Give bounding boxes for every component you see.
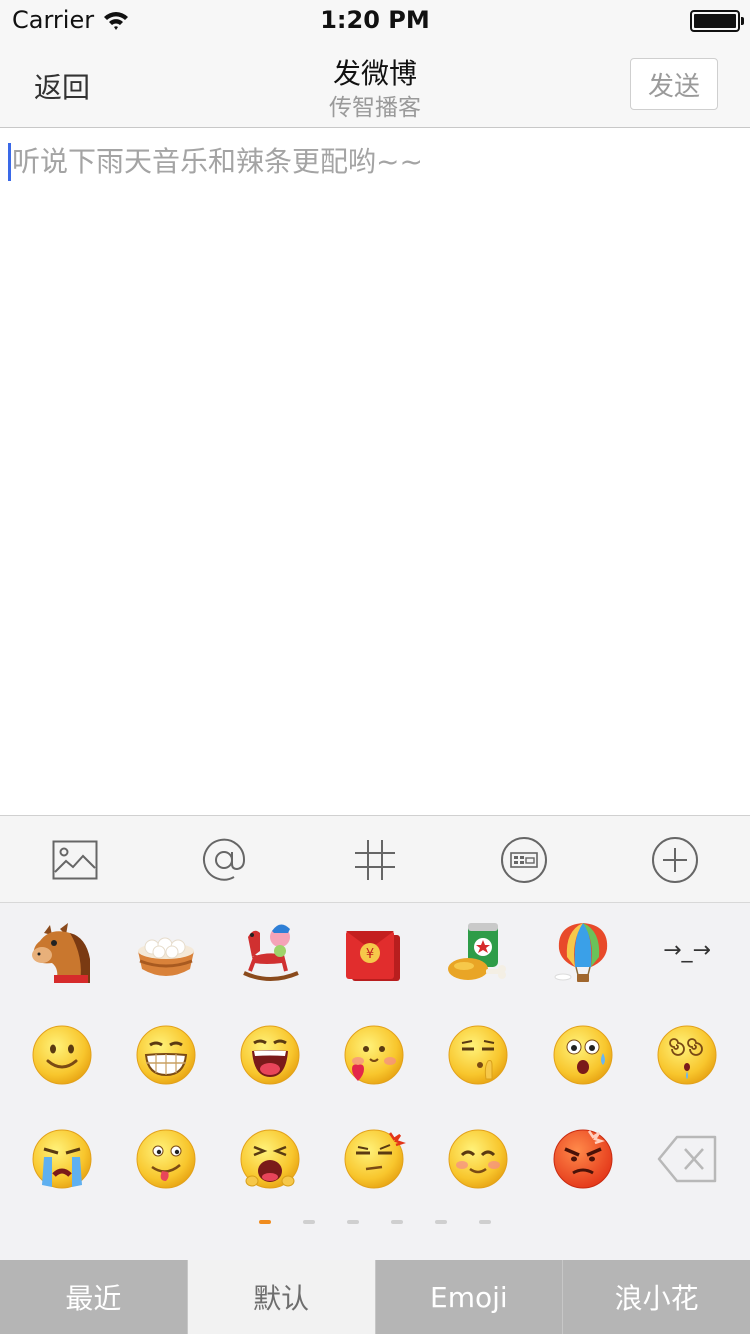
page-dot	[435, 1220, 447, 1224]
blush-emoji[interactable]	[446, 1127, 510, 1191]
page-dot	[347, 1220, 359, 1224]
battery-icon	[690, 10, 744, 32]
status-time: 1:20 PM	[320, 6, 430, 34]
page-dot	[479, 1220, 491, 1224]
sweat-shock-emoji[interactable]	[551, 1023, 615, 1087]
angry-emoji[interactable]	[551, 1127, 615, 1191]
tongue-emoji[interactable]	[134, 1127, 198, 1191]
status-bar: Carrier 1:20 PM	[0, 0, 750, 40]
tab-recent[interactable]: 最近	[0, 1260, 188, 1334]
annoyed-emoji[interactable]	[342, 1127, 406, 1191]
shush-emoji[interactable]	[446, 1023, 510, 1087]
arrow-face-label: →_→	[663, 938, 711, 963]
rice-balls-emoji[interactable]	[134, 921, 198, 985]
tab-langxiaohua[interactable]: 浪小花	[563, 1260, 750, 1334]
arrow-face-emoji[interactable]: →_→	[655, 921, 719, 985]
compose-toolbar	[0, 815, 750, 903]
rocking-horse-emoji[interactable]	[238, 921, 302, 985]
cry-emoji[interactable]	[30, 1127, 94, 1191]
tab-default[interactable]: 默认	[187, 1260, 376, 1334]
horse-emoji[interactable]	[30, 921, 94, 985]
page-dot	[391, 1220, 403, 1224]
page-dot	[259, 1220, 271, 1224]
page-indicator	[0, 1220, 750, 1226]
tab-emoji[interactable]: Emoji	[375, 1260, 564, 1334]
emoticon-keyboard-icon[interactable]	[500, 836, 548, 884]
svg-text:¥: ¥	[366, 947, 374, 962]
red-envelope-emoji[interactable]: ¥	[342, 921, 406, 985]
emoticon-panel: ¥ →_→	[0, 903, 750, 1260]
yawn-emoji[interactable]	[238, 1127, 302, 1191]
delete-key-icon[interactable]	[655, 1127, 719, 1191]
compose-placeholder: 听说下雨天音乐和辣条更配哟~~	[12, 145, 423, 178]
smile-emoji[interactable]	[30, 1023, 94, 1087]
picture-icon[interactable]	[51, 836, 99, 884]
beer-chicken-emoji[interactable]	[446, 921, 510, 985]
compose-text-area[interactable]: 听说下雨天音乐和辣条更配哟~~	[0, 129, 750, 815]
text-caret	[8, 143, 11, 181]
love-emoji[interactable]	[342, 1023, 406, 1087]
emoticon-category-tabs: 最近 默认 Emoji 浪小花	[0, 1260, 750, 1334]
send-button[interactable]: 发送	[630, 58, 718, 110]
navigation-bar: 返回 发微博 传智播客 发送	[0, 40, 750, 128]
hot-air-balloon-emoji[interactable]	[551, 921, 615, 985]
grin-emoji[interactable]	[134, 1023, 198, 1087]
page-dot	[303, 1220, 315, 1224]
dizzy-emoji[interactable]	[655, 1023, 719, 1087]
mention-icon[interactable]	[200, 836, 248, 884]
add-icon[interactable]	[651, 836, 699, 884]
hashtag-icon[interactable]	[351, 836, 399, 884]
laugh-emoji[interactable]	[238, 1023, 302, 1087]
